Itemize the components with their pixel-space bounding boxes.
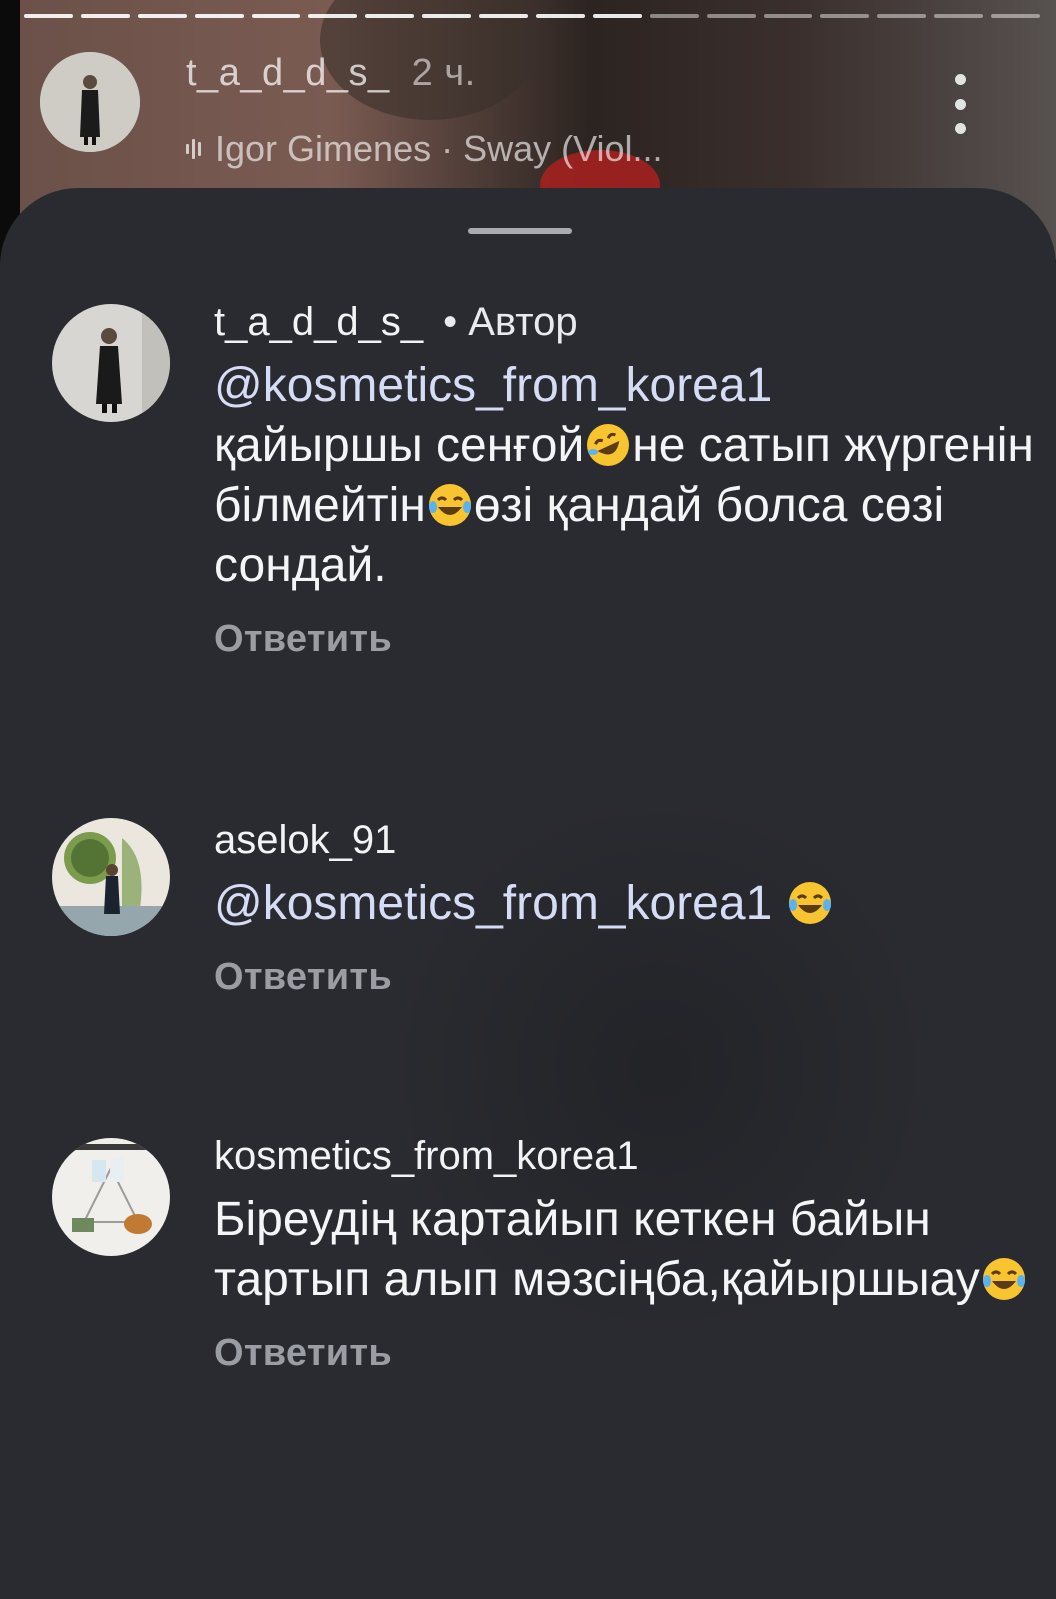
mention-link[interactable]: @kosmetics_from_korea1 (214, 877, 772, 930)
rolling-on-floor-laughing-emoji-icon (584, 421, 632, 469)
progress-segment (365, 14, 415, 18)
commenter-avatar[interactable] (52, 818, 170, 936)
comment-header: aselok_91 (214, 816, 1046, 864)
reply-button[interactable]: Ответить (214, 1332, 392, 1375)
progress-segment (137, 14, 187, 18)
tears-of-joy-emoji-icon (786, 879, 834, 927)
tears-of-joy-emoji-icon (426, 481, 474, 529)
author-badge: • Автор (443, 300, 578, 344)
progress-segment (24, 14, 73, 18)
commenter-avatar[interactable] (52, 304, 170, 422)
progress-segment (251, 14, 301, 18)
progress-segment (706, 14, 756, 18)
story-time: 2 ч. (411, 52, 476, 94)
music-bars-icon (186, 138, 201, 160)
progress-segment (422, 14, 472, 18)
progress-segment (479, 14, 529, 18)
comment-text-part: Біреудің картайып кеткен байын тартып ал… (214, 1193, 980, 1306)
story-music[interactable]: Igor Gimenes · Sway (Viol... (186, 128, 663, 170)
story-music-text: Igor Gimenes · Sway (Viol... (215, 128, 663, 169)
comment-text: Біреудің картайып кеткен байын тартып ал… (214, 1190, 1046, 1310)
reply-button[interactable]: Ответить (214, 618, 392, 661)
more-options-icon[interactable] (948, 74, 972, 134)
progress-segment (592, 14, 642, 18)
comment-username[interactable]: aselok_91 (214, 818, 396, 862)
progress-segment (194, 14, 244, 18)
comment-body: kosmetics_from_korea1 Біреудің картайып … (214, 1132, 1046, 1375)
progress-segment (991, 14, 1041, 18)
mention-link[interactable]: @kosmetics_from_korea1 (214, 359, 772, 412)
commenter-avatar[interactable] (52, 1138, 170, 1256)
progress-segment (649, 14, 699, 18)
story-progress (24, 14, 1041, 18)
comment-text-part: қайыршы сенғой (214, 419, 585, 472)
comment-header: kosmetics_from_korea1 (214, 1132, 1046, 1180)
progress-segment (80, 14, 130, 18)
progress-segment (934, 14, 984, 18)
progress-segment (763, 14, 813, 18)
sheet-drag-handle[interactable] (468, 228, 572, 234)
story-username[interactable]: t_a_d_d_s_ 2 ч. (186, 52, 476, 95)
comment-text: @kosmetics_from_korea1 қайыршы сенғой не… (214, 356, 1046, 596)
story-username-text: t_a_d_d_s_ (186, 52, 390, 94)
comment-body: t_a_d_d_s_ • Автор @kosmetics_from_korea1… (214, 298, 1046, 661)
story-author-avatar[interactable] (40, 52, 140, 152)
comment-username[interactable]: t_a_d_d_s_ (214, 300, 423, 344)
comment-body: aselok_91 @kosmetics_from_korea1 Ответит… (214, 816, 1046, 999)
comment-username[interactable]: kosmetics_from_korea1 (214, 1134, 639, 1178)
comment-header: t_a_d_d_s_ • Автор (214, 298, 1046, 346)
reply-button[interactable]: Ответить (214, 956, 392, 999)
progress-segment (308, 14, 358, 18)
tears-of-joy-emoji-icon (980, 1255, 1028, 1303)
story-comments-screen: t_a_d_d_s_ 2 ч. Igor Gimenes · Sway (Viol… (0, 0, 1056, 1599)
progress-segment (877, 14, 927, 18)
comments-sheet: t_a_d_d_s_ • Автор @kosmetics_from_korea1… (0, 188, 1056, 1599)
progress-segment (536, 14, 585, 18)
comment-text: @kosmetics_from_korea1 (214, 874, 1046, 934)
progress-segment (820, 14, 870, 18)
